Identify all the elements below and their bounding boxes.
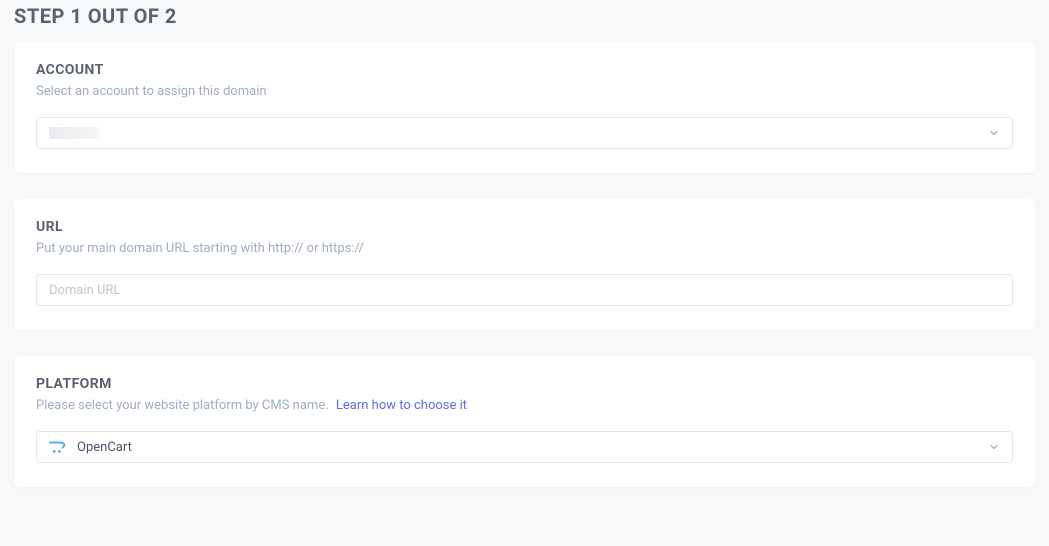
platform-selected-value: OpenCart [77, 440, 132, 455]
account-selected-value [49, 127, 99, 139]
opencart-icon [49, 438, 67, 456]
chevron-down-icon [988, 127, 1000, 139]
platform-subtitle-row: Please select your website platform by C… [36, 398, 1013, 413]
account-heading: ACCOUNT [36, 62, 1013, 78]
url-heading: URL [36, 219, 1013, 235]
platform-heading: PLATFORM [36, 376, 1013, 392]
chevron-down-icon [988, 441, 1000, 453]
account-card: ACCOUNT Select an account to assign this… [14, 42, 1035, 173]
platform-subtitle: Please select your website platform by C… [36, 398, 329, 413]
learn-link[interactable]: Learn how to choose it [336, 398, 467, 413]
account-select[interactable] [36, 117, 1013, 149]
page-title: STEP 1 OUT OF 2 [14, 0, 1035, 42]
url-input[interactable] [36, 274, 1013, 306]
platform-select[interactable]: OpenCart [36, 431, 1013, 463]
url-card: URL Put your main domain URL starting wi… [14, 199, 1035, 330]
account-subtitle: Select an account to assign this domain [36, 84, 1013, 99]
platform-card: PLATFORM Please select your website plat… [14, 356, 1035, 487]
url-subtitle: Put your main domain URL starting with h… [36, 241, 1013, 256]
platform-selected-row: OpenCart [49, 438, 132, 456]
